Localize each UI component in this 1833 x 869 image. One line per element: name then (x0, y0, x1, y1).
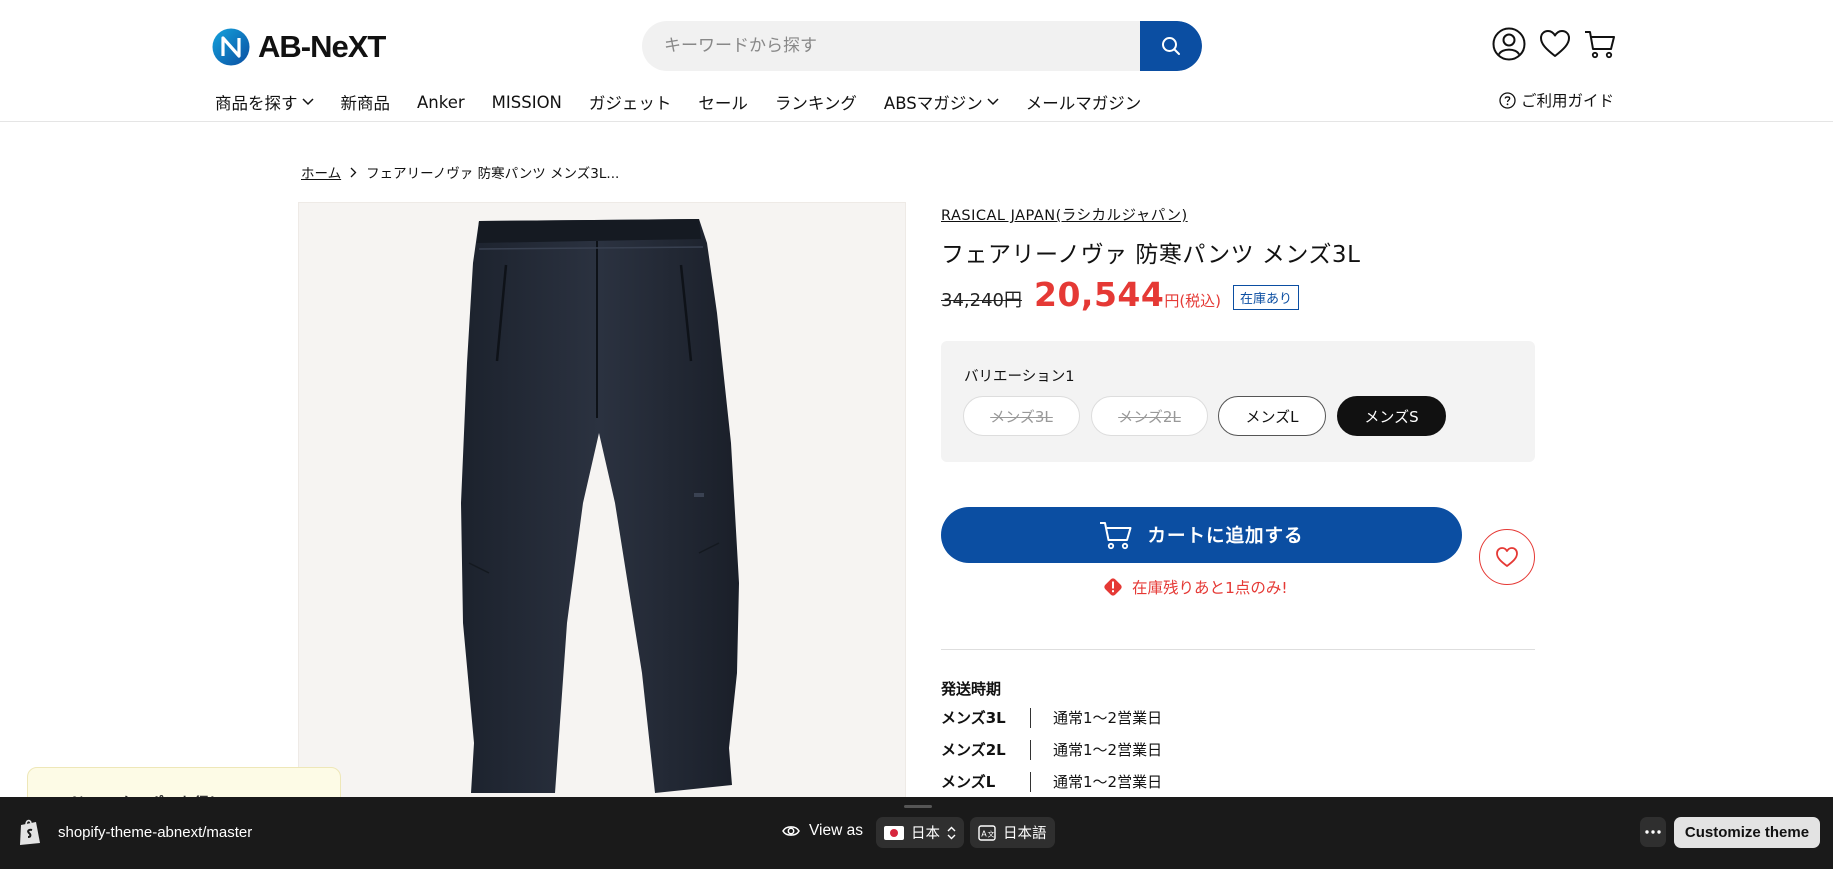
help-circle-icon (1499, 91, 1516, 109)
nav-item-anker[interactable]: Anker (417, 93, 465, 112)
language-label: 日本語 (1003, 826, 1047, 842)
chevron-updown-icon (947, 826, 956, 839)
country-label: 日本 (911, 826, 940, 842)
svg-text:A: A (981, 829, 987, 838)
usage-guide-label: ご利用ガイド (1521, 92, 1615, 110)
product-image[interactable] (298, 202, 906, 802)
pants-image (461, 219, 739, 793)
chevron-right-icon (350, 167, 357, 177)
nav-item-label: ランキング (774, 94, 857, 113)
account-icon (1492, 27, 1526, 61)
shipping-time: 通常1〜2営業日 (1053, 773, 1163, 791)
account-button[interactable] (1492, 27, 1526, 61)
theme-store-label: shopify-theme-abnext/master (18, 818, 252, 846)
cart-icon (1585, 31, 1615, 59)
country-selector[interactable]: 日本 (876, 817, 964, 848)
svg-text:文: 文 (988, 829, 995, 838)
more-options-button[interactable] (1640, 817, 1666, 847)
low-stock-text: 在庫残りあと1点のみ! (1132, 579, 1288, 597)
view-as-text: View as (809, 822, 863, 839)
logo-mark-icon (212, 28, 250, 66)
shipping-time: 通常1〜2営業日 (1053, 709, 1163, 727)
nav-item-label: Anker (417, 92, 465, 112)
nav-item-label: メールマガジン (1025, 94, 1142, 113)
nav-item-sale[interactable]: セール (698, 90, 748, 114)
add-to-wishlist-button[interactable] (1479, 529, 1535, 585)
heart-icon (1540, 30, 1570, 57)
theme-name: shopify-theme-abnext/master (58, 823, 253, 841)
chevron-down-icon (987, 98, 999, 106)
japan-flag-icon (884, 825, 904, 840)
shopify-bag-icon (20, 819, 40, 845)
translate-icon: A文 (978, 824, 996, 841)
variant-label: バリエーション1 (964, 369, 1075, 385)
section-divider (941, 649, 1535, 650)
variant-option-mens-l[interactable]: メンズL (1218, 396, 1326, 436)
alert-icon (1104, 578, 1122, 596)
chevron-down-icon (301, 98, 314, 106)
price-row: 34,240円 20,544 円(税込) 在庫あり (941, 275, 1300, 314)
eye-icon (782, 826, 800, 836)
product-title: フェアリーノヴァ 防寒パンツ メンズ3L (941, 242, 1361, 268)
site-logo[interactable]: AB-NeXT (212, 26, 386, 68)
nav-item-mail-magazine[interactable]: メールマガジン (1026, 90, 1142, 114)
add-to-cart-button[interactable]: カートに追加する (941, 507, 1462, 563)
stock-badge: 在庫あり (1233, 285, 1300, 310)
wishlist-button[interactable] (1538, 27, 1572, 61)
cart-icon (1100, 522, 1132, 550)
shipping-row: メンズL 通常1〜2営業日 (941, 771, 1162, 792)
shipping-size: メンズ2L (941, 741, 1006, 759)
logo-text: AB-NeXT (258, 29, 386, 64)
shipping-separator (1030, 707, 1031, 728)
shipping-title: 発送時期 (941, 680, 1002, 698)
variant-option-mens-2l[interactable]: メンズ2L (1091, 396, 1208, 436)
search-button[interactable] (1140, 21, 1202, 71)
heart-icon (1496, 547, 1518, 567)
nav-item-label: MISSION (491, 92, 562, 112)
search-icon (1162, 37, 1180, 55)
original-price: 34,240円 (941, 290, 1022, 311)
nav-item-ranking[interactable]: ランキング (775, 90, 857, 114)
nav-item-mission[interactable]: MISSION (492, 93, 562, 112)
shipping-row: メンズ3L 通常1〜2営業日 (941, 707, 1162, 728)
nav-item-label: ガジェット (588, 94, 672, 113)
brand-link[interactable]: RASICAL JAPAN(ラシカルジャパン) (941, 204, 1188, 225)
add-to-cart-label: カートに追加する (1147, 526, 1304, 547)
nav-item-label: ABSマガジン (883, 94, 983, 113)
tax-label: 円(税込) (1164, 292, 1222, 310)
shipping-row: メンズ2L 通常1〜2営業日 (941, 739, 1162, 760)
nav-item-label: セール (698, 94, 748, 113)
shipping-size: メンズ3L (941, 709, 1006, 727)
site-header: AB-NeXT 商品を探す 新商品 Anker MISSION ガジェット セー… (0, 0, 1833, 122)
search-bar (642, 21, 1202, 71)
search-input[interactable] (642, 21, 1142, 71)
shipping-time: 通常1〜2営業日 (1053, 741, 1163, 759)
shipping-separator (1030, 739, 1031, 760)
usage-guide-link[interactable]: ご利用ガイド (1499, 89, 1614, 111)
breadcrumb: ホーム フェアリーノヴァ 防寒パンツ メンズ3L... (301, 162, 619, 182)
language-selector[interactable]: A文 日本語 (970, 817, 1055, 848)
drag-handle[interactable] (904, 805, 932, 808)
nav-item-magazine[interactable]: ABSマガジン (884, 90, 999, 114)
nav-item-label: 商品を探す (215, 94, 298, 113)
ellipsis-icon (1645, 830, 1661, 834)
shipping-separator (1030, 771, 1031, 792)
nav-item-new[interactable]: 新商品 (341, 90, 391, 114)
low-stock-notice: 在庫残りあと1点のみ! (1102, 576, 1288, 598)
view-as-label: View as (782, 822, 863, 840)
sale-price: 20,544 (1033, 275, 1165, 314)
breadcrumb-home-link[interactable]: ホーム (301, 162, 341, 182)
cart-button[interactable] (1583, 27, 1617, 61)
variant-option-mens-3l[interactable]: メンズ3L (963, 396, 1080, 436)
breadcrumb-current: フェアリーノヴァ 防寒パンツ メンズ3L... (366, 166, 620, 182)
variant-selector: バリエーション1 メンズ3L メンズ2L メンズL メンズS (941, 341, 1535, 462)
variant-option-mens-s[interactable]: メンズS (1337, 396, 1446, 436)
nav-item-gadget[interactable]: ガジェット (589, 90, 672, 114)
customize-theme-button[interactable]: Customize theme (1674, 817, 1820, 848)
theme-preview-bar: shopify-theme-abnext/master View as 日本 A… (0, 797, 1833, 869)
shipping-size: メンズL (941, 773, 996, 791)
nav-item-browse[interactable]: 商品を探す (215, 90, 314, 114)
main-nav: 商品を探す 新商品 Anker MISSION ガジェット セール ランキング … (215, 88, 1168, 116)
nav-item-label: 新商品 (340, 94, 391, 113)
